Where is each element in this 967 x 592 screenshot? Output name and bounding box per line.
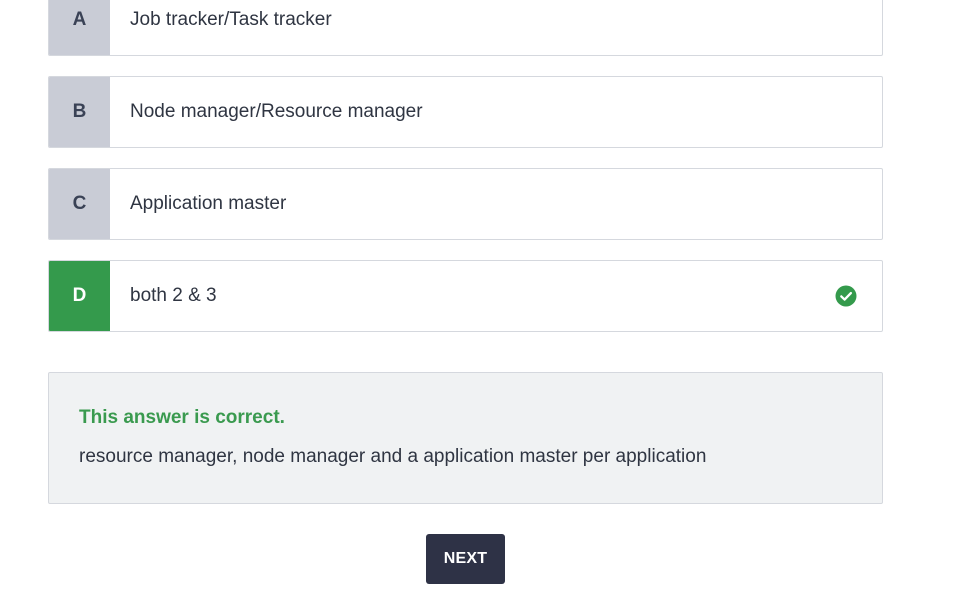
- answer-option-a[interactable]: A Job tracker/Task tracker: [48, 0, 883, 56]
- feedback-status: This answer is correct.: [79, 407, 285, 428]
- answer-option-b[interactable]: B Node manager/Resource manager: [48, 76, 883, 148]
- option-text: Application master: [130, 193, 287, 214]
- feedback-explanation: resource manager, node manager and a app…: [79, 446, 707, 467]
- next-button[interactable]: NEXT: [426, 534, 505, 584]
- option-letter: C: [49, 169, 110, 239]
- check-circle-icon: [835, 285, 857, 307]
- answer-option-d[interactable]: D both 2 & 3: [48, 260, 883, 332]
- option-text: both 2 & 3: [130, 285, 217, 306]
- option-letter: D: [49, 261, 110, 331]
- option-text: Job tracker/Task tracker: [130, 9, 332, 30]
- answer-feedback-box: This answer is correct. resource manager…: [48, 372, 883, 504]
- option-letter: A: [49, 0, 110, 55]
- quiz-question-panel: A Job tracker/Task tracker B Node manage…: [0, 0, 967, 592]
- option-letter: B: [49, 77, 110, 147]
- option-text: Node manager/Resource manager: [130, 101, 423, 122]
- answer-option-c[interactable]: C Application master: [48, 168, 883, 240]
